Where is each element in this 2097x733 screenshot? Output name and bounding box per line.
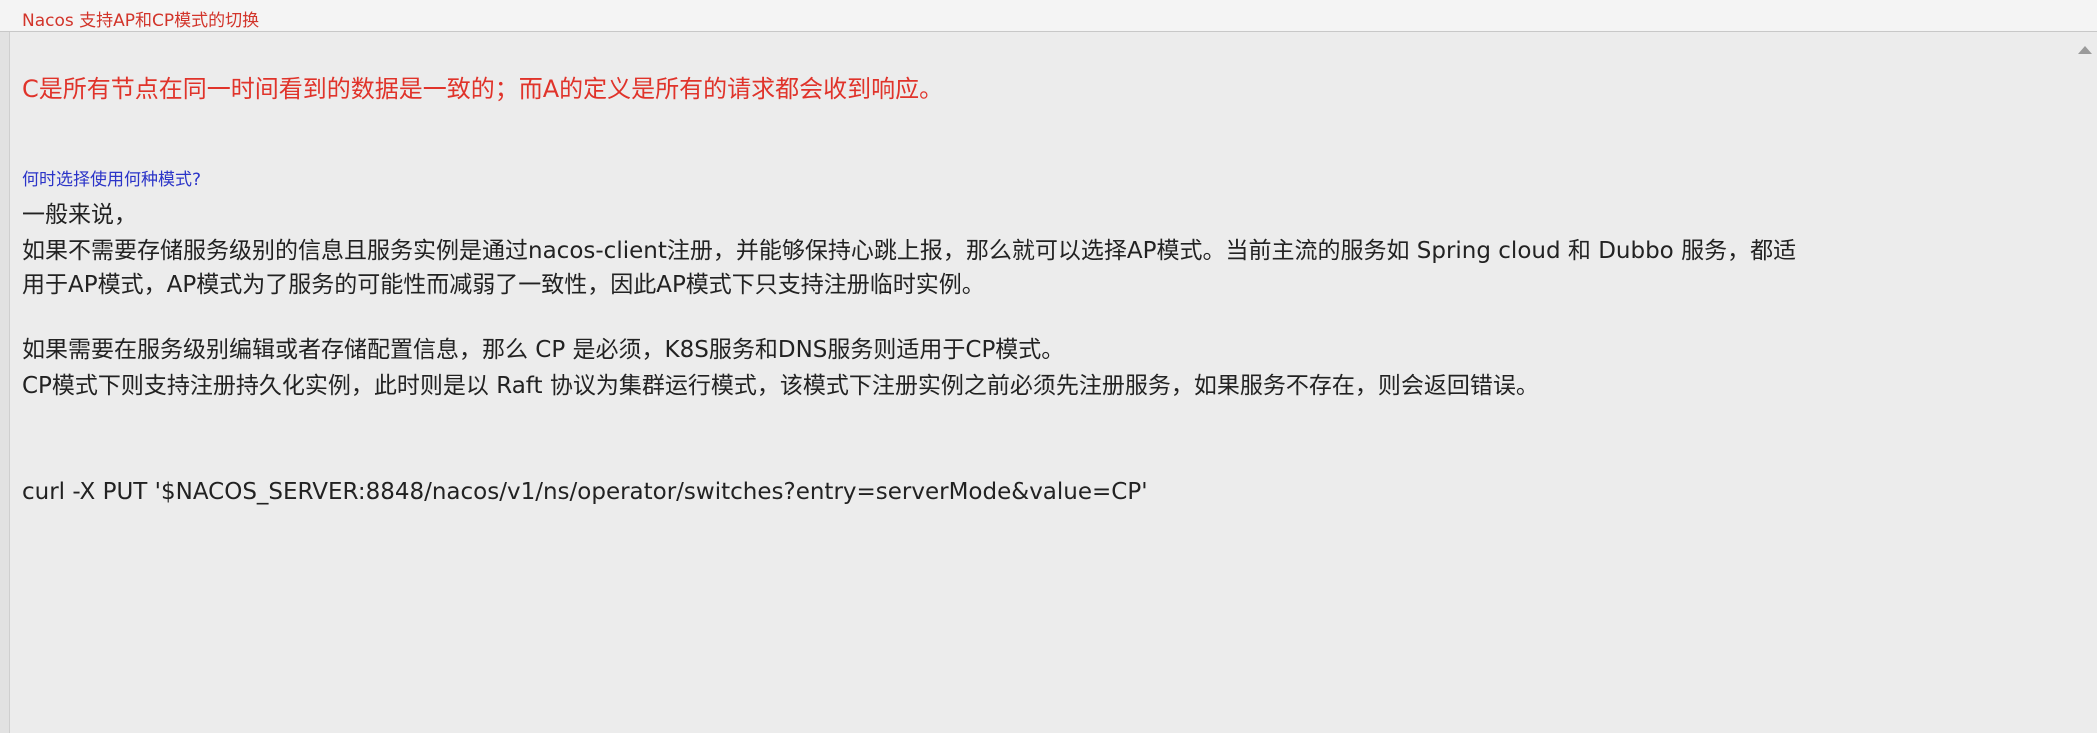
- vertical-scrollbar[interactable]: [2073, 32, 2097, 733]
- question-heading: 何时选择使用何种模式?: [22, 170, 202, 190]
- chevron-up-icon[interactable]: [2078, 46, 2092, 54]
- cp-paragraph-line-2: CP模式下则支持注册持久化实例，此时则是以 Raft 协议为集群运行模式，该模式…: [22, 373, 1539, 399]
- intro-text: 一般来说，: [22, 202, 137, 228]
- left-gutter: [0, 32, 10, 733]
- title-bar: Nacos 支持AP和CP模式的切换: [0, 0, 2097, 32]
- cp-paragraph-line-1: 如果需要在服务级别编辑或者存储配置信息，那么 CP 是必须，K8S服务和DNS服…: [22, 337, 1065, 363]
- curl-command: curl -X PUT '$NACOS_SERVER:8848/nacos/v1…: [22, 479, 1148, 505]
- document-content[interactable]: C是所有节点在同一时间看到的数据是一致的；而A的定义是所有的请求都会收到响应。 …: [10, 32, 2073, 733]
- ap-paragraph-line-2: 用于AP模式，AP模式为了服务的可能性而减弱了一致性，因此AP模式下只支持注册临…: [22, 272, 985, 298]
- ap-paragraph-line-1: 如果不需要存储服务级别的信息且服务实例是通过nacos-client注册，并能够…: [22, 238, 1797, 264]
- cap-definition-text: C是所有节点在同一时间看到的数据是一致的；而A的定义是所有的请求都会收到响应。: [22, 75, 944, 103]
- window-title: Nacos 支持AP和CP模式的切换: [22, 11, 260, 31]
